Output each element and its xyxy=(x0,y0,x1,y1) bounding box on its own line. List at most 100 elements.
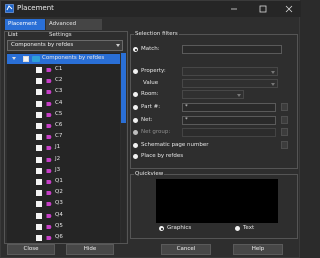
tree-root-row[interactable]: Components by refdes xyxy=(7,54,120,64)
tab-advanced-settings[interactable]: Advanced Settings xyxy=(46,19,102,38)
component-pin-icon xyxy=(46,168,52,173)
help-button[interactable]: Help xyxy=(233,244,283,255)
component-pin-icon xyxy=(46,124,52,128)
tree-item-row[interactable]: J2 xyxy=(7,155,120,165)
part-input-value: * xyxy=(185,104,188,110)
place-by-refdes-radio[interactable] xyxy=(133,154,138,159)
room-select[interactable] xyxy=(182,90,244,99)
close-button[interactable]: Close xyxy=(7,244,55,255)
item-checkbox[interactable] xyxy=(36,100,42,107)
tree-item-row[interactable]: C5 xyxy=(7,110,120,120)
tree-item-label: C3 xyxy=(55,88,63,95)
minimize-button[interactable] xyxy=(223,1,245,17)
net-group-browse-button[interactable] xyxy=(281,128,288,136)
item-checkbox[interactable] xyxy=(36,156,42,163)
property-radio[interactable] xyxy=(133,69,138,74)
tree-item-label: C7 xyxy=(55,133,63,140)
item-checkbox[interactable] xyxy=(36,67,42,73)
room-radio[interactable] xyxy=(133,92,138,97)
cancel-button[interactable]: Cancel xyxy=(161,244,211,255)
tree-scrollbar[interactable] xyxy=(121,53,126,243)
tree-item-label: C5 xyxy=(55,110,63,117)
net-browse-button[interactable] xyxy=(281,116,288,124)
chevron-down-icon xyxy=(271,83,275,86)
net-input-value: * xyxy=(185,117,188,123)
part-browse-button[interactable] xyxy=(281,103,288,111)
schematic-page-label: Schematic page number xyxy=(141,142,209,148)
tree-item-row[interactable]: C7 xyxy=(7,132,120,142)
tab-placement-list[interactable]: Placement List xyxy=(5,19,45,38)
value-select[interactable] xyxy=(182,79,278,88)
part-input[interactable]: * xyxy=(182,103,276,112)
item-checkbox[interactable] xyxy=(36,190,42,197)
match-radio[interactable] xyxy=(133,47,138,52)
placement-window: Placement Placement List Advanced Settin… xyxy=(0,0,301,258)
tree-item-row[interactable]: Q6 xyxy=(7,233,120,243)
close-icon xyxy=(285,5,293,13)
property-select[interactable] xyxy=(182,67,278,76)
item-checkbox[interactable] xyxy=(36,89,42,96)
tree-item-label: Q4 xyxy=(55,211,63,218)
expand-arrow-icon[interactable] xyxy=(12,57,16,60)
net-input[interactable]: * xyxy=(182,116,276,125)
text-radio[interactable] xyxy=(235,226,240,231)
item-checkbox[interactable] xyxy=(36,223,42,230)
chevron-down-icon xyxy=(271,71,275,74)
close-window-button[interactable] xyxy=(278,1,300,17)
component-pin-icon xyxy=(46,112,52,117)
item-checkbox[interactable] xyxy=(36,111,42,118)
component-pin-icon xyxy=(46,79,52,84)
component-filter-select[interactable]: Components by refdes xyxy=(7,40,123,51)
schematic-browse-button[interactable] xyxy=(281,141,288,149)
tree-item-label: J3 xyxy=(55,166,61,173)
component-tree[interactable]: Components by refdes C1 C2 C3 C4 C5 C6 C7 J1 J2 J… xyxy=(7,53,120,243)
item-checkbox[interactable] xyxy=(36,145,42,152)
tree-item-row[interactable]: Q5 xyxy=(7,222,120,232)
tree-item-row[interactable]: C3 xyxy=(7,87,120,97)
tree-item-row[interactable]: Q1 xyxy=(7,177,120,187)
item-checkbox[interactable] xyxy=(36,235,42,241)
graphics-label: Graphics xyxy=(167,225,192,231)
item-checkbox[interactable] xyxy=(36,123,42,129)
net-radio[interactable] xyxy=(133,118,138,123)
item-checkbox[interactable] xyxy=(36,134,42,141)
component-pin-icon xyxy=(46,135,52,140)
tree-item-row[interactable]: J3 xyxy=(7,166,120,176)
place-by-refdes-label: Place by refdes xyxy=(141,153,184,159)
component-pin-icon xyxy=(46,146,52,151)
item-checkbox[interactable] xyxy=(36,167,42,174)
net-group-radio[interactable] xyxy=(133,130,138,135)
tree-item-row[interactable]: C6 xyxy=(7,121,120,131)
item-checkbox[interactable] xyxy=(36,201,42,208)
quickview-title: Quickview xyxy=(134,171,165,177)
quickview-canvas xyxy=(156,179,278,223)
tree-item-row[interactable]: C4 xyxy=(7,99,120,109)
scrollbar-thumb[interactable] xyxy=(121,53,126,123)
hide-button[interactable]: Hide xyxy=(66,244,114,255)
net-group-input[interactable] xyxy=(182,128,276,137)
part-radio[interactable] xyxy=(133,105,138,110)
tree-item-label: J1 xyxy=(55,144,61,151)
tree-item-row[interactable]: Q3 xyxy=(7,199,120,209)
tree-item-row[interactable]: Q2 xyxy=(7,188,120,198)
graphics-radio[interactable] xyxy=(159,226,164,231)
tree-item-row[interactable]: J1 xyxy=(7,143,120,153)
component-pin-icon xyxy=(46,224,52,229)
root-checkbox[interactable] xyxy=(23,56,29,62)
tree-item-row[interactable]: Q4 xyxy=(7,211,120,221)
tree-item-label: Q5 xyxy=(55,222,63,229)
tree-item-row[interactable]: C2 xyxy=(7,76,120,86)
item-checkbox[interactable] xyxy=(36,179,42,185)
item-checkbox[interactable] xyxy=(36,78,42,85)
tree-item-label: Q2 xyxy=(55,189,63,196)
tree-root-label: Components by refdes xyxy=(42,55,105,61)
item-checkbox[interactable] xyxy=(36,212,42,219)
tree-item-label: C2 xyxy=(55,77,63,84)
schematic-page-radio[interactable] xyxy=(133,143,138,148)
component-pin-icon xyxy=(46,90,52,95)
component-filter-value: Components by refdes xyxy=(11,42,74,48)
minimize-icon xyxy=(231,8,237,10)
match-input[interactable] xyxy=(182,45,282,54)
tree-item-row[interactable]: C1 xyxy=(7,65,120,75)
maximize-button[interactable] xyxy=(252,1,274,17)
